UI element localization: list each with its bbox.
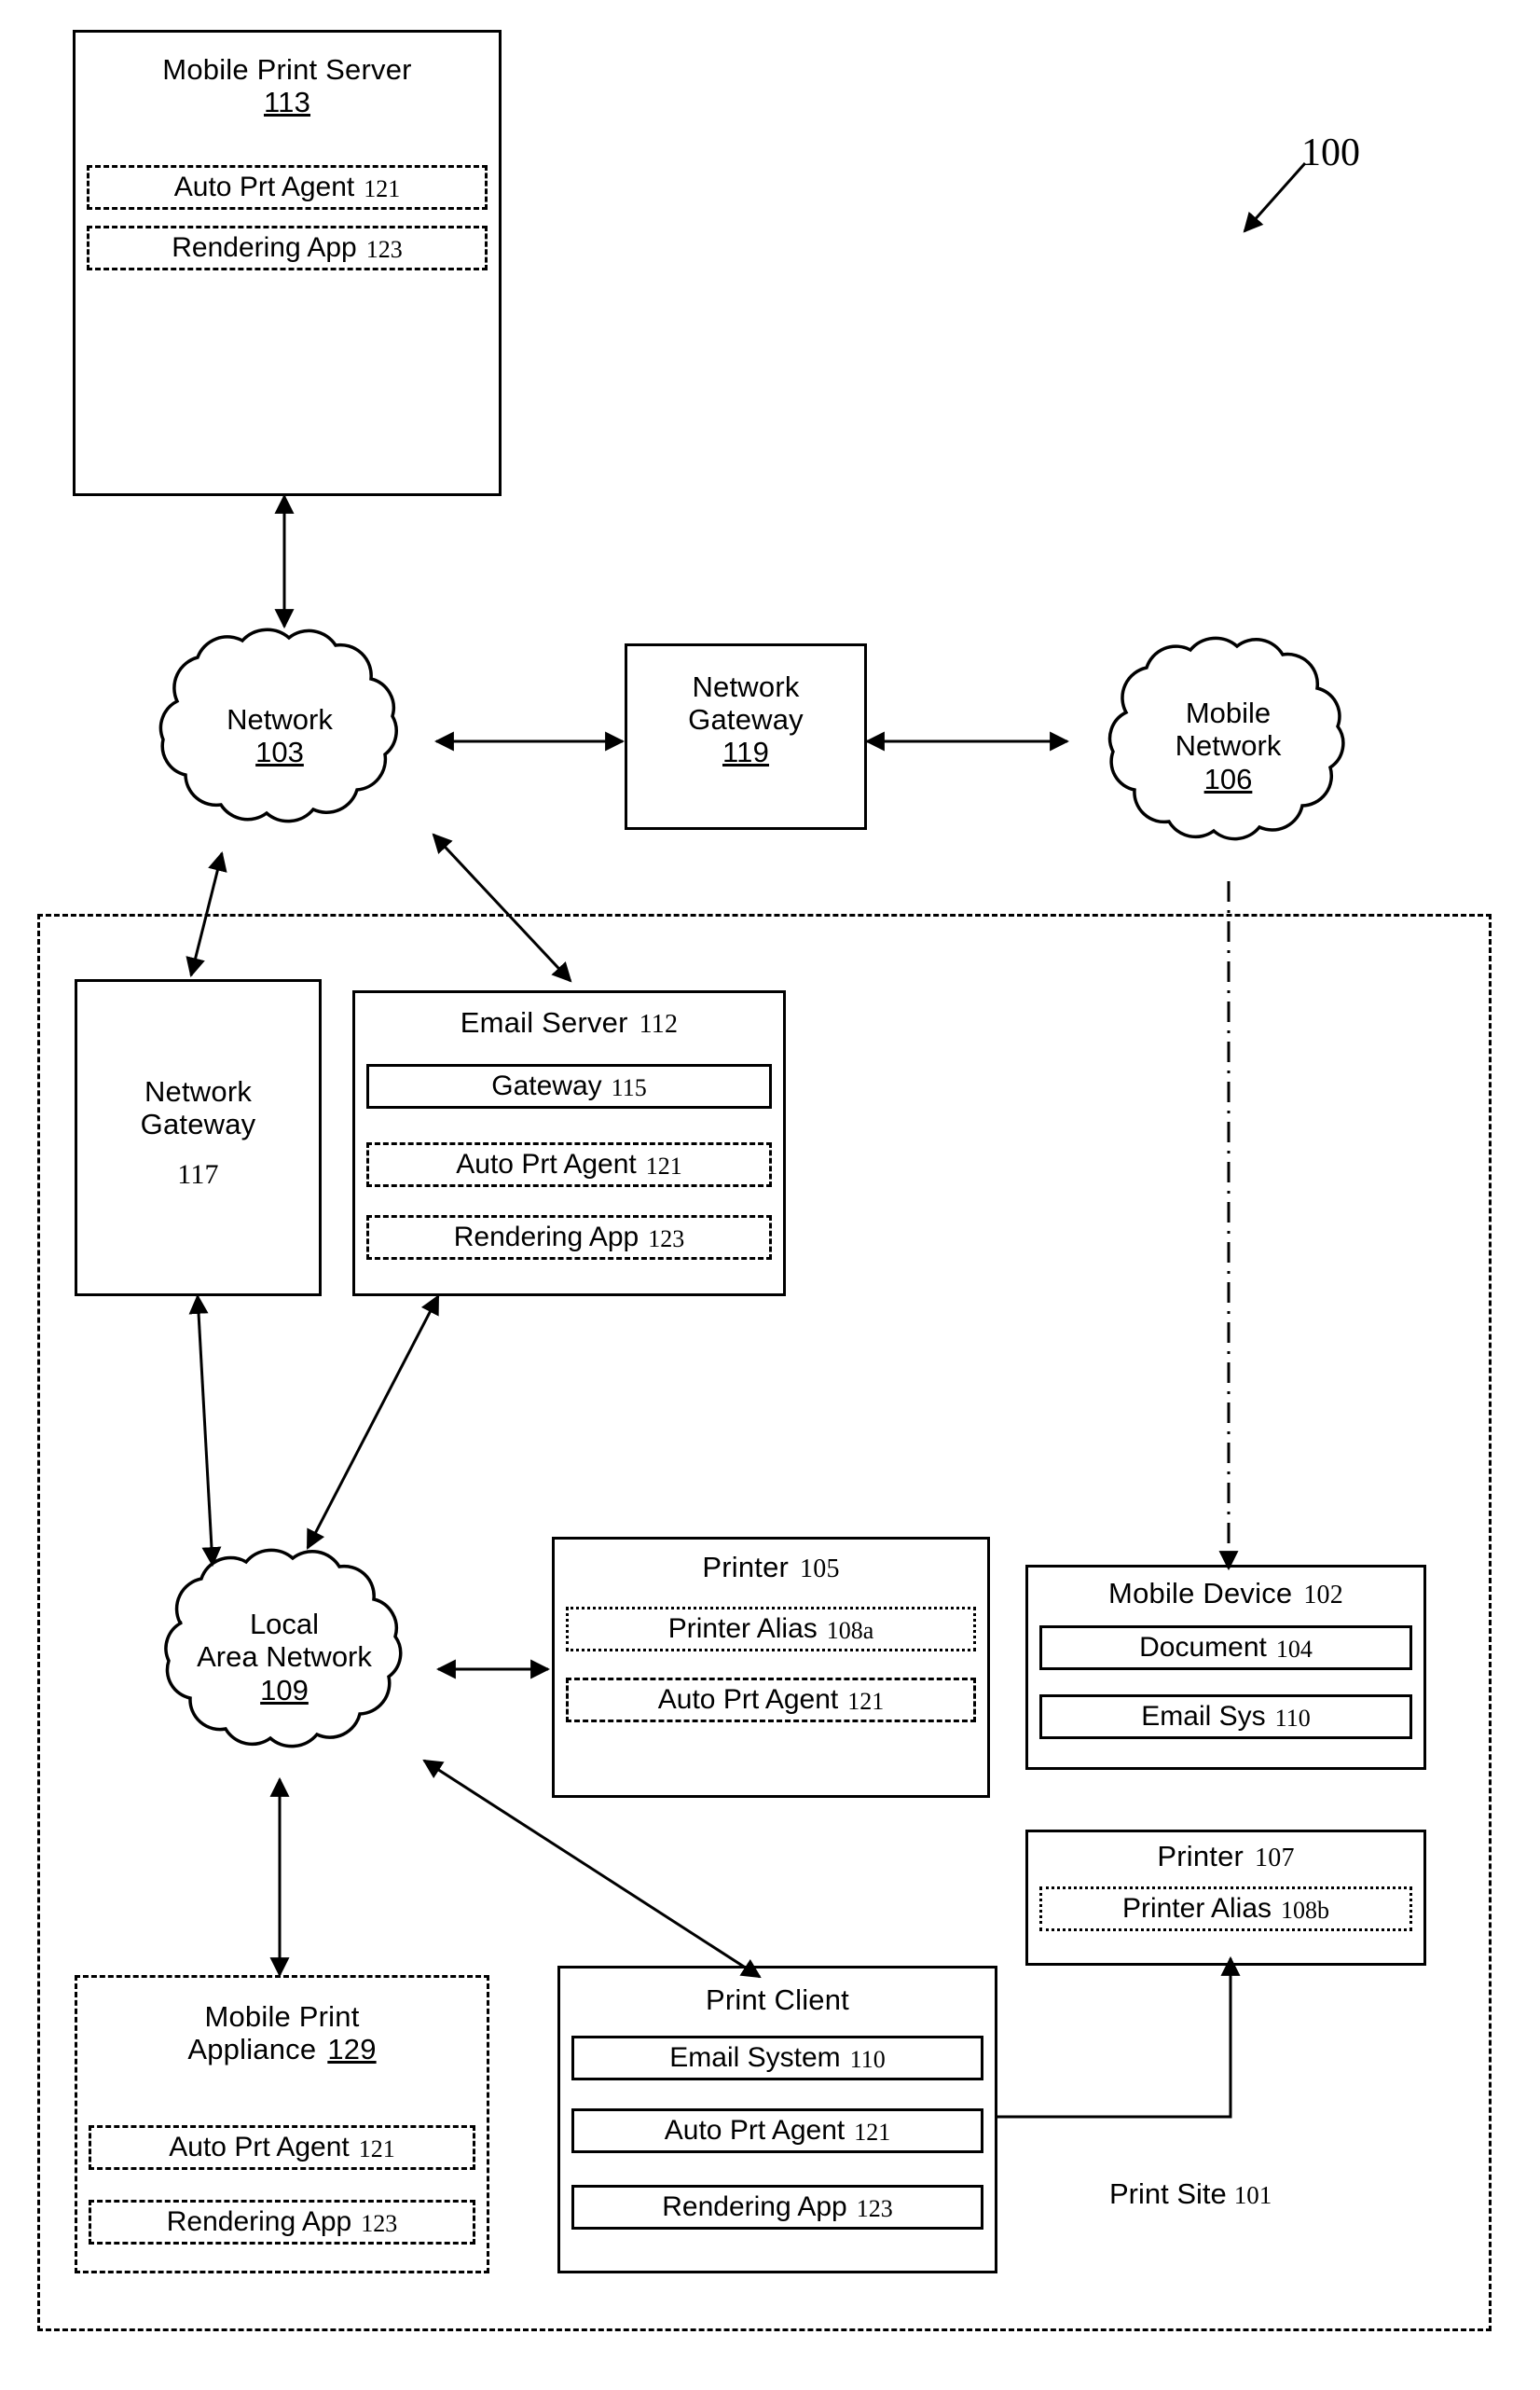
node-mobile-print-appliance[interactable]: Mobile Print Appliance 129 Auto Prt Agent… bbox=[75, 1975, 489, 2273]
module-auto-prt-agent[interactable]: Auto Prt Agent 121 bbox=[571, 2108, 983, 2153]
printer-105-number: 105 bbox=[800, 1554, 840, 1583]
printer-107-title: Printer bbox=[1157, 1840, 1244, 1872]
module-number: 123 bbox=[856, 2195, 893, 2222]
node-network-gateway-119[interactable]: Network Gateway 119 bbox=[625, 643, 867, 830]
module-number: 121 bbox=[645, 1153, 682, 1180]
module-label: Auto Prt Agent bbox=[657, 1684, 839, 1715]
module-label: Auto Prt Agent bbox=[169, 2132, 350, 2162]
module-number: 104 bbox=[1275, 1636, 1313, 1663]
module-label: Rendering App bbox=[453, 1222, 639, 1252]
module-label: Auto Prt Agent bbox=[173, 172, 355, 202]
module-auto-prt-agent[interactable]: Auto Prt Agent 121 bbox=[87, 165, 488, 210]
module-number: 123 bbox=[648, 1225, 685, 1252]
module-rendering-app[interactable]: Rendering App 123 bbox=[571, 2185, 983, 2230]
mpa-number: 129 bbox=[327, 2033, 377, 2066]
module-label: Printer Alias bbox=[667, 1613, 818, 1644]
node-print-client[interactable]: Print Client Email System 110 Auto Prt A… bbox=[557, 1966, 997, 2273]
print-client-title: Print Client bbox=[705, 1983, 849, 2016]
print-site-number: 101 bbox=[1233, 2181, 1272, 2209]
module-auto-prt-agent[interactable]: Auto Prt Agent 121 bbox=[366, 1142, 772, 1187]
module-label: Rendering App bbox=[172, 232, 357, 263]
email-server-number: 112 bbox=[639, 1010, 679, 1039]
module-label: Rendering App bbox=[662, 2191, 847, 2222]
node-network-gateway-117[interactable]: Network Gateway 117 bbox=[75, 979, 322, 1296]
module-number: 121 bbox=[854, 2119, 891, 2146]
module-label: Auto Prt Agent bbox=[456, 1149, 637, 1180]
module-number: 121 bbox=[847, 1688, 885, 1715]
node-printer-107[interactable]: Printer 107 Printer Alias 108b bbox=[1025, 1830, 1426, 1966]
module-document[interactable]: Document 104 bbox=[1039, 1625, 1412, 1670]
patent-figure-canvas: 100 Print Site 101 Mobile Print Server 11… bbox=[0, 0, 1540, 2390]
gateway-117-line2: Gateway bbox=[140, 1108, 256, 1141]
node-mobile-device[interactable]: Mobile Device 102 Document 104 Email Sys … bbox=[1025, 1565, 1426, 1770]
gateway-117-number: 117 bbox=[177, 1159, 219, 1191]
node-network-103[interactable]: Network 103 bbox=[121, 627, 438, 855]
module-label: Rendering App bbox=[166, 2206, 352, 2237]
figure-number: 100 bbox=[1301, 131, 1360, 174]
module-label: Email System bbox=[669, 2042, 841, 2073]
node-mobile-network-106[interactable]: Mobile Network 106 bbox=[1072, 627, 1384, 883]
module-number: 108a bbox=[826, 1617, 874, 1644]
mobile-device-title: Mobile Device bbox=[1108, 1577, 1293, 1609]
module-rendering-app[interactable]: Rendering App 123 bbox=[89, 2200, 475, 2245]
module-label: Email Sys bbox=[1141, 1701, 1266, 1732]
module-number: 110 bbox=[1274, 1705, 1311, 1732]
module-rendering-app[interactable]: Rendering App 123 bbox=[87, 226, 488, 270]
email-server-title: Email Server bbox=[460, 1006, 628, 1039]
module-label: Printer Alias bbox=[1121, 1893, 1272, 1924]
node-printer-105[interactable]: Printer 105 Printer Alias 108a Auto Prt A… bbox=[552, 1537, 990, 1798]
gateway-119-line1: Network bbox=[692, 670, 800, 703]
mobile-device-number: 102 bbox=[1303, 1581, 1343, 1609]
module-number: 123 bbox=[365, 236, 403, 263]
module-number: 123 bbox=[361, 2210, 398, 2237]
module-label: Gateway bbox=[491, 1071, 602, 1101]
mpa-title-line2: Appliance bbox=[187, 2033, 317, 2066]
module-label: Auto Prt Agent bbox=[664, 2115, 846, 2146]
printer-105-title: Printer bbox=[702, 1551, 790, 1583]
gateway-117-line1: Network bbox=[144, 1075, 253, 1108]
module-number: 115 bbox=[611, 1074, 647, 1101]
print-site-label-text: Print Site bbox=[1109, 2177, 1227, 2210]
gateway-119-number: 119 bbox=[722, 736, 770, 769]
mpa-title-line1: Mobile Print bbox=[204, 2000, 360, 2033]
module-rendering-app[interactable]: Rendering App 123 bbox=[366, 1215, 772, 1260]
node-mobile-print-server[interactable]: Mobile Print Server 113 Auto Prt Agent 1… bbox=[73, 30, 502, 496]
mobile-print-server-number: 113 bbox=[263, 86, 311, 119]
mobile-print-server-title: Mobile Print Server bbox=[162, 53, 412, 86]
module-auto-prt-agent[interactable]: Auto Prt Agent 121 bbox=[566, 1678, 976, 1722]
module-number: 121 bbox=[364, 175, 401, 202]
printer-107-number: 107 bbox=[1255, 1844, 1295, 1872]
module-number: 110 bbox=[849, 2046, 886, 2073]
print-site-label: Print Site 101 bbox=[1109, 2177, 1272, 2211]
module-gateway[interactable]: Gateway 115 bbox=[366, 1064, 772, 1109]
module-printer-alias[interactable]: Printer Alias 108b bbox=[1039, 1886, 1412, 1931]
node-email-server[interactable]: Email Server 112 Gateway 115 Auto Prt Age… bbox=[352, 990, 786, 1296]
gateway-119-line2: Gateway bbox=[688, 703, 804, 737]
node-local-area-network[interactable]: Local Area Network 109 bbox=[126, 1539, 443, 1789]
module-printer-alias[interactable]: Printer Alias 108a bbox=[566, 1607, 976, 1651]
module-auto-prt-agent[interactable]: Auto Prt Agent 121 bbox=[89, 2125, 475, 2170]
module-number: 121 bbox=[358, 2135, 395, 2162]
module-label: Document bbox=[1139, 1632, 1267, 1663]
module-email-sys[interactable]: Email Sys 110 bbox=[1039, 1694, 1412, 1739]
module-number: 108b bbox=[1281, 1897, 1330, 1924]
module-email-system[interactable]: Email System 110 bbox=[571, 2036, 983, 2080]
